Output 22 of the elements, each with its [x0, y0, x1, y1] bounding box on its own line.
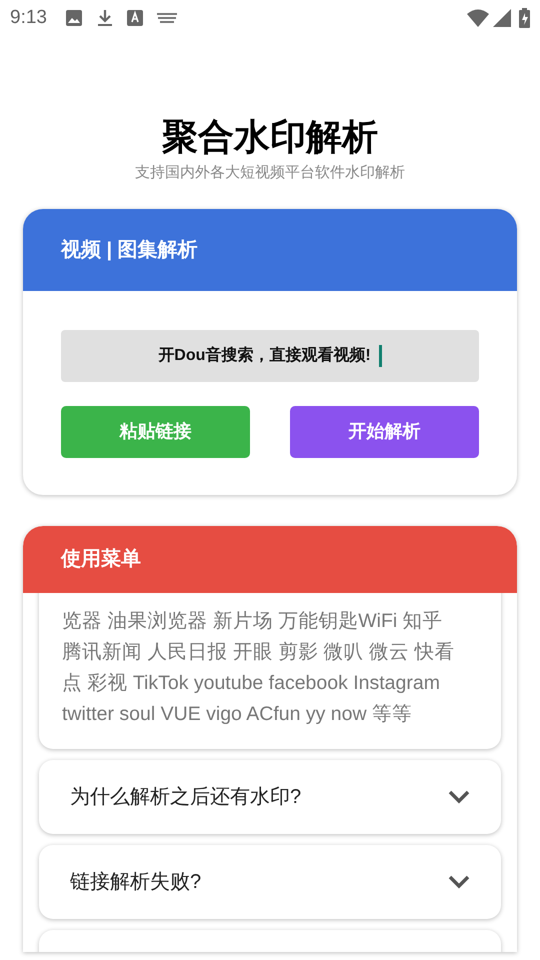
start-parse-button[interactable]: 开始解析	[290, 406, 479, 458]
input-text: 开Dou音搜索，直接观看视频!	[158, 345, 371, 366]
card-title: 视频 | 图集解析	[61, 238, 198, 262]
signal-icon	[493, 9, 511, 27]
battery-icon	[519, 8, 530, 28]
app-subtitle: 支持国内外各大短视频平台软件水印解析	[135, 163, 405, 183]
card-title: 使用菜单	[61, 547, 141, 572]
faq-item[interactable]: 链接解析失败?	[39, 844, 501, 918]
faq-question: 链接解析失败?	[70, 870, 202, 894]
app-title: 聚合水印解析	[162, 116, 378, 158]
platform-list-line: twitter soul VUE vigo ACfun yy now 等等	[62, 702, 413, 726]
platform-list-line: 点 彩视 TikTok youtube facebook Instagram	[62, 670, 441, 696]
faq-item[interactable]: 为什么解析之后还有水印?	[39, 760, 501, 834]
wifi-icon	[467, 9, 489, 27]
status-time: 9:13	[10, 6, 47, 30]
font-icon	[126, 10, 143, 26]
platform-list-line: 腾讯新闻 人民日报 开眼 剪影 微叭 微云 快看	[62, 640, 456, 664]
platform-list-line: 览器 油果浏览器 新片场 万能钥匙WiFi 知乎	[62, 608, 444, 634]
faq-question: 为什么解析之后还有水印?	[70, 784, 302, 810]
link-input[interactable]: 开Dou音搜索，直接观看视频!	[61, 330, 479, 382]
download-icon	[96, 9, 113, 27]
image-icon	[64, 9, 83, 27]
